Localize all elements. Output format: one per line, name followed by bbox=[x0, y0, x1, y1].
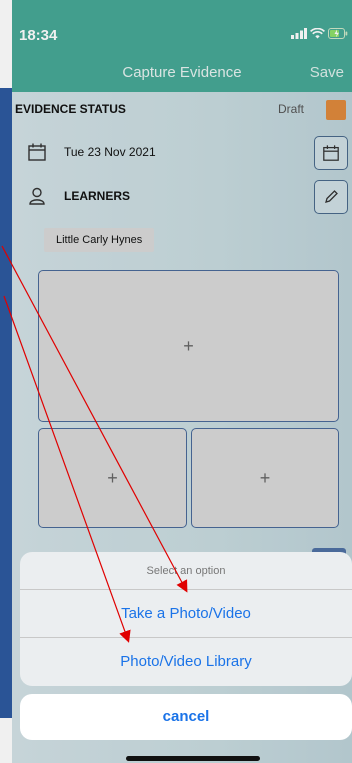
action-sheet: Select an option Take a Photo/Video Phot… bbox=[20, 552, 352, 686]
action-sheet-title: Select an option bbox=[20, 552, 352, 590]
photo-video-library-option[interactable]: Photo/Video Library bbox=[20, 638, 352, 686]
capture-evidence-screen: 18:34 Capture Evidence Save EVIDENCE STA… bbox=[0, 0, 352, 763]
take-photo-video-option[interactable]: Take a Photo/Video bbox=[20, 590, 352, 638]
cancel-button[interactable]: cancel bbox=[20, 694, 352, 740]
home-indicator bbox=[126, 756, 260, 761]
